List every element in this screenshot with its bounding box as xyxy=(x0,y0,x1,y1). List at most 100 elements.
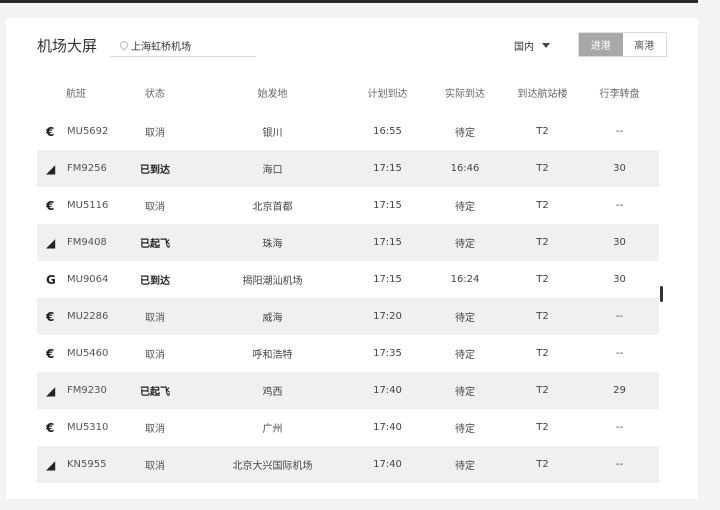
baggage-carousel: -- xyxy=(615,200,624,211)
airport-selector[interactable]: 上海虹桥机场 xyxy=(110,34,256,57)
table-row[interactable]: ◢ FM9408 已起飞 珠海 17:15 待定 T2 30 xyxy=(37,224,659,261)
scheduled-time: 17:15 xyxy=(373,237,402,248)
terminal: T2 xyxy=(536,200,549,211)
flight-number: MU5460 xyxy=(67,348,109,359)
flight-table: € MU5692 取消 银川 16:55 待定 T2 -- ◢ FM9256 已到达 … xyxy=(37,113,659,483)
origin: 广州 xyxy=(262,424,283,435)
status: 已起飞 xyxy=(140,387,170,398)
table-row[interactable]: € MU5310 取消 广州 17:40 待定 T2 -- xyxy=(37,409,659,446)
flight-cell: ◢ KN5955 xyxy=(37,446,115,483)
tab-departures[interactable]: 离港 xyxy=(622,33,666,56)
col-origin: 始发地 xyxy=(257,88,288,100)
status: 取消 xyxy=(145,128,165,139)
flight-cell: € MU5310 xyxy=(37,409,115,446)
terminal: T2 xyxy=(536,126,549,137)
col-actual: 实际到达 xyxy=(445,88,485,100)
flight-number: KN5955 xyxy=(67,459,107,470)
flight-cell: € MU5460 xyxy=(37,335,115,372)
shanghai-airlines-icon: ◢ xyxy=(46,161,56,176)
arrival-departure-toggle: 进港 离港 xyxy=(578,32,667,57)
actual-time: 16:24 xyxy=(450,274,480,285)
table-row[interactable]: G MU9064 已到达 揭阳潮汕机场 17:15 16:24 T2 30 xyxy=(37,261,659,298)
actual-time: 待定 xyxy=(455,387,475,398)
flight-number: MU5116 xyxy=(67,200,109,211)
col-terminal: 到达航站楼 xyxy=(517,88,568,100)
scheduled-time: 17:15 xyxy=(373,163,402,174)
actual-time: 待定 xyxy=(455,350,475,361)
origin: 海口 xyxy=(262,165,283,176)
status: 已到达 xyxy=(140,165,170,176)
baggage-carousel: 30 xyxy=(613,274,626,285)
actual-time: 待定 xyxy=(455,128,475,139)
baggage-carousel: -- xyxy=(615,311,624,322)
china-eastern-icon: € xyxy=(46,198,55,213)
status: 取消 xyxy=(145,461,165,472)
location-pin-icon xyxy=(118,39,130,51)
scheduled-time: 17:15 xyxy=(373,274,402,285)
status: 已起飞 xyxy=(140,239,170,250)
flight-cell: ◢ FM9408 xyxy=(37,224,115,261)
flight-cell: € MU2286 xyxy=(37,298,115,335)
baggage-carousel: -- xyxy=(615,126,624,137)
scheduled-time: 17:40 xyxy=(373,385,402,396)
table-row[interactable]: € MU5460 取消 呼和浩特 17:35 待定 T2 -- xyxy=(37,335,659,372)
baggage-carousel: -- xyxy=(615,348,624,359)
top-bar xyxy=(0,0,698,3)
status: 取消 xyxy=(145,424,165,435)
table-row[interactable]: € MU5116 取消 北京首都 17:15 待定 T2 -- xyxy=(37,187,659,224)
origin: 北京大兴国际机场 xyxy=(232,461,313,472)
scheduled-time: 17:35 xyxy=(373,348,402,359)
terminal: T2 xyxy=(536,274,549,285)
scheduled-time: 17:40 xyxy=(373,422,402,433)
region-label: 国内 xyxy=(514,42,534,53)
origin: 揭阳潮汕机场 xyxy=(242,276,303,287)
flight-cell: € MU5692 xyxy=(37,113,115,150)
china-eastern-icon: € xyxy=(46,420,55,435)
col-carousel: 行李转盘 xyxy=(599,88,640,100)
baggage-carousel: 30 xyxy=(613,163,626,174)
flight-number: MU9064 xyxy=(67,274,109,285)
airport-name: 上海虹桥机场 xyxy=(131,41,191,53)
origin: 银川 xyxy=(262,128,283,139)
actual-time: 待定 xyxy=(455,424,475,435)
flight-cell: € MU5116 xyxy=(37,187,115,224)
tab-arrivals[interactable]: 进港 xyxy=(579,33,623,56)
flight-number: MU5310 xyxy=(67,422,109,433)
terminal: T2 xyxy=(536,385,549,396)
flight-number: MU5692 xyxy=(67,126,109,137)
shanghai-airlines-icon: ◢ xyxy=(46,383,56,398)
baggage-carousel: -- xyxy=(615,459,624,470)
origin: 鸡西 xyxy=(262,387,283,398)
status: 已到达 xyxy=(140,276,170,287)
table-row[interactable]: € MU5692 取消 银川 16:55 待定 T2 -- xyxy=(37,113,659,150)
col-scheduled: 计划到达 xyxy=(367,88,408,100)
scheduled-time: 16:55 xyxy=(373,126,402,137)
flight-cell: G MU9064 xyxy=(37,261,115,298)
flight-cell: ◢ FM9256 xyxy=(37,150,115,187)
scrollbar[interactable] xyxy=(660,286,663,302)
status: 取消 xyxy=(145,313,165,324)
chevron-down-icon xyxy=(542,43,550,48)
actual-time: 16:46 xyxy=(450,163,480,174)
region-dropdown[interactable]: 国内 xyxy=(514,38,550,53)
actual-time: 待定 xyxy=(455,461,475,472)
scheduled-time: 17:20 xyxy=(373,311,402,322)
actual-time: 待定 xyxy=(455,202,475,213)
china-eastern-icon: € xyxy=(46,346,55,361)
flight-number: FM9230 xyxy=(67,385,107,396)
origin: 北京首都 xyxy=(252,202,293,213)
terminal: T2 xyxy=(536,163,549,174)
baggage-carousel: 29 xyxy=(613,385,626,396)
china-united-icon: G xyxy=(46,272,56,287)
table-row[interactable]: ◢ FM9230 已起飞 鸡西 17:40 待定 T2 29 xyxy=(37,372,659,409)
table-row[interactable]: ◢ KN5955 取消 北京大兴国际机场 17:40 待定 T2 -- xyxy=(37,446,659,483)
table-row[interactable]: € MU2286 取消 威海 17:20 待定 T2 -- xyxy=(37,298,659,335)
actual-time: 待定 xyxy=(455,239,475,250)
shanghai-airlines-icon: ◢ xyxy=(46,457,56,472)
baggage-carousel: 30 xyxy=(613,237,626,248)
flight-cell: ◢ FM9230 xyxy=(37,372,115,409)
col-flight: 航班 xyxy=(66,88,86,100)
scheduled-time: 17:40 xyxy=(373,459,402,470)
table-row[interactable]: ◢ FM9256 已到达 海口 17:15 16:46 T2 30 xyxy=(37,150,659,187)
col-status: 状态 xyxy=(145,88,165,100)
